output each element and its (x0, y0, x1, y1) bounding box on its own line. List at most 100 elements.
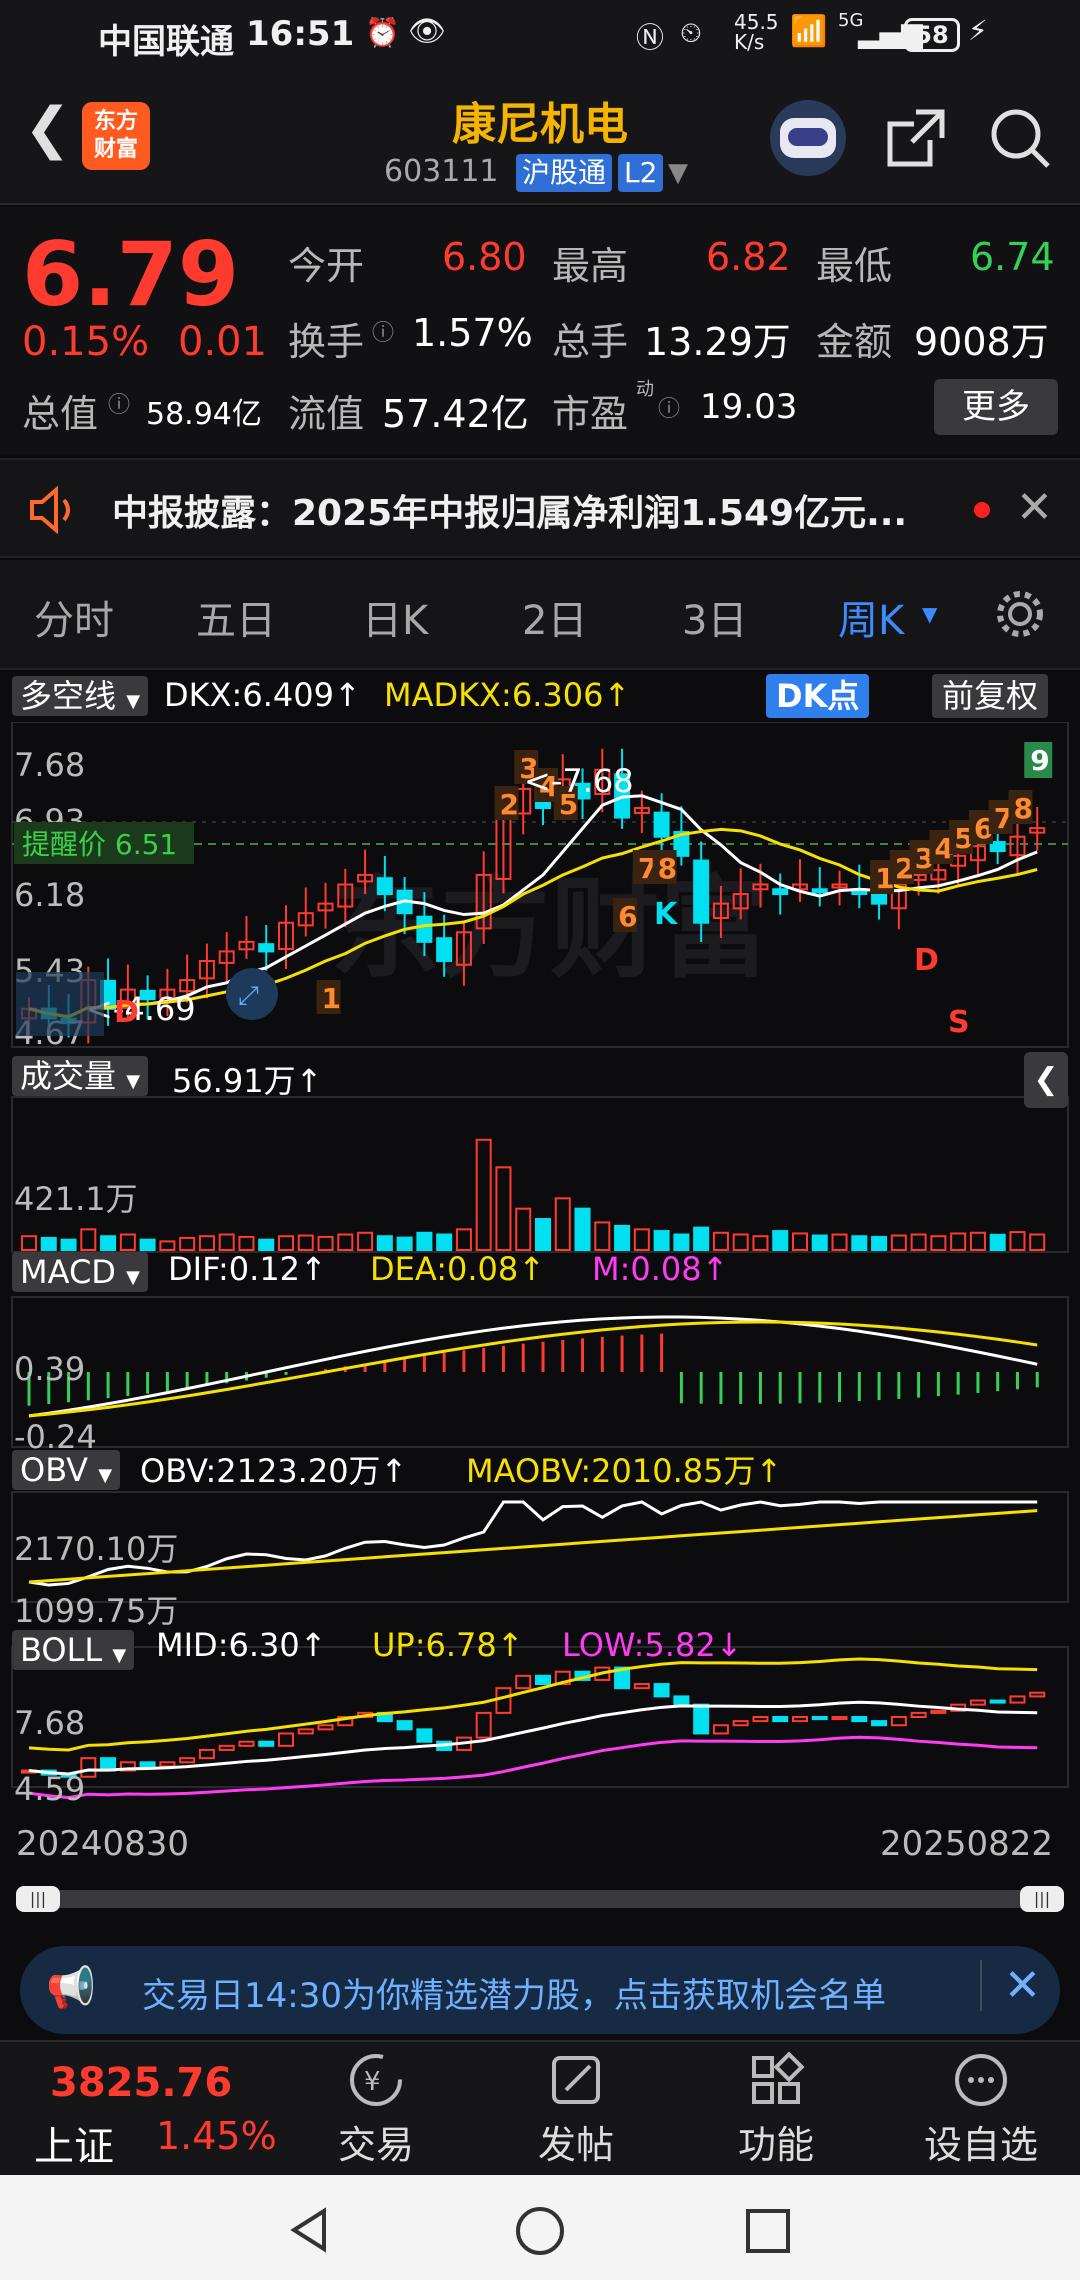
boll-candles (21, 1666, 1046, 1778)
megaphone-icon: 📢 (46, 1965, 96, 2011)
volume-bar (653, 1230, 670, 1251)
info-icon[interactable]: ⓘ (658, 391, 680, 423)
adjust-button[interactable]: 前复权 (932, 674, 1049, 718)
info-icon[interactable]: ⓘ (108, 387, 130, 419)
float-label: 流值 (288, 392, 365, 436)
quote-panel: 6.79 0.15% 0.01 今开 6.80 最高 6.82 最低 6.74 … (0, 207, 1080, 455)
turnover-value: 1.57% (412, 311, 533, 355)
search-icon[interactable] (988, 106, 1052, 170)
promo-text: 交易日14:30为你精选潜力股，点击获取机会名单 (142, 1976, 886, 2016)
info-icon[interactable]: ⓘ (372, 315, 394, 347)
volume-max-label: 421.1万 (14, 1180, 138, 1218)
promo-banner[interactable]: 📢 交易日14:30为你精选潜力股，点击获取机会名单 ✕ (20, 1946, 1060, 2034)
edit-icon (552, 2056, 600, 2104)
home-circle-icon[interactable] (514, 2205, 566, 2257)
bottom-nav: 3825.76 上证 1.45% ¥ 交易 发帖 功能 设自选 (0, 2040, 1080, 2175)
change-amount: 0.01 (178, 319, 268, 365)
volume-bar (495, 1166, 512, 1251)
change-pct: 0.15% (22, 319, 150, 365)
kline-svg[interactable]: 东方财富 23457 8611 2 3 4 5 6 7 89 7.68 6.93 6.18 5.… (0, 722, 1080, 1862)
back-triangle-icon[interactable] (284, 2205, 334, 2255)
tab-three-day[interactable]: 3日 (682, 588, 747, 646)
tab-two-day[interactable]: 2日 (522, 588, 587, 646)
grid-icon (752, 2051, 805, 2104)
boll-candle (752, 1716, 769, 1723)
settings-gear-icon[interactable] (992, 586, 1048, 642)
volume-bar (396, 1236, 413, 1252)
robot-avatar-icon[interactable] (770, 100, 846, 176)
recents-square-icon[interactable] (744, 2207, 792, 2255)
volume-bar (179, 1236, 196, 1252)
system-nav-bar (0, 2175, 1080, 2280)
boll-candle (159, 1761, 176, 1768)
dropdown-icon[interactable]: ▼ (668, 158, 688, 188)
tab-daily-k[interactable]: 日K (362, 588, 428, 646)
announcement-bar[interactable]: 中报披露：2025年中报归属净利润1.549亿元... ✕ (0, 458, 1080, 558)
boll-mid-value: MID:6.30↑ (156, 1626, 327, 1664)
index-name[interactable]: 上证 (34, 2114, 114, 2172)
index-pct[interactable]: 1.45% (156, 2114, 277, 2158)
volume-bar (297, 1234, 314, 1251)
trade-icon: ¥ (350, 2054, 402, 2106)
boll-indicator-select[interactable]: BOLL ▼ (12, 1630, 135, 1670)
candle-body (258, 943, 275, 953)
madkx-value: MADKX:6.306↑ (384, 676, 631, 714)
boll-candle (930, 1709, 947, 1714)
macd-indicator-select[interactable]: MACD ▼ (12, 1252, 148, 1292)
obv-indicator-select[interactable]: OBV ▼ (12, 1450, 121, 1490)
nav-trade[interactable]: ¥ 交易 (330, 2050, 422, 2169)
volume-bar (475, 1138, 492, 1251)
svg-text:¥: ¥ (364, 2067, 381, 2097)
nav-add-watchlist[interactable]: 设自选 (916, 2050, 1046, 2169)
volume-bar (890, 1234, 907, 1251)
share-icon[interactable] (884, 106, 948, 170)
low-value: 6.74 (970, 235, 1055, 279)
panel-toggle-button[interactable]: ❮ (1024, 1052, 1068, 1108)
volume-bar (159, 1240, 176, 1251)
tab-weekly-k[interactable]: 周K (838, 588, 904, 646)
range-slider-right-handle[interactable]: ||| (1020, 1886, 1064, 1912)
pe-value: 19.03 (700, 387, 798, 427)
close-icon[interactable]: ✕ (1016, 482, 1053, 533)
volume-bar (831, 1233, 848, 1251)
more-button[interactable]: 更多 (934, 379, 1058, 435)
dif-line (28, 1315, 1038, 1418)
boll-candle (772, 1716, 789, 1723)
boll-candle (910, 1711, 927, 1718)
boll-candle (495, 1687, 512, 1714)
tab-five-day[interactable]: 五日 (196, 588, 276, 646)
dk-point-button[interactable]: DK点 (766, 674, 870, 718)
boll-candle (1029, 1691, 1046, 1698)
volume-bar (357, 1231, 374, 1251)
volume-bar (574, 1207, 591, 1251)
maobv-value: MAOBV:2010.85万↑ (466, 1452, 783, 1490)
range-slider-left-handle[interactable]: ||| (16, 1886, 60, 1912)
s-signal-marker: S (948, 1005, 970, 1040)
volume-bar (119, 1233, 136, 1251)
range-slider-track[interactable] (16, 1890, 1064, 1908)
tab-intraday[interactable]: 分时 (34, 588, 114, 646)
candle-body (772, 888, 789, 896)
volume-bar (633, 1228, 650, 1252)
boll-candle (653, 1683, 670, 1698)
more-dots-icon (955, 2054, 1007, 2106)
carrier: 中国联通 (98, 22, 234, 62)
boll-candle (831, 1716, 848, 1721)
boll-candle (673, 1695, 690, 1706)
tab-dropdown-icon[interactable]: ▼ (922, 602, 937, 626)
nav-post[interactable]: 发帖 (530, 2050, 622, 2169)
volume-indicator-select[interactable]: 成交量 ▼ (12, 1056, 149, 1096)
indicator-select[interactable]: 多空线 ▼ (12, 676, 149, 716)
chart-area: 多空线 ▼ DKX:6.409↑ MADKX:6.306↑ DK点 前复权 东方… (0, 672, 1080, 1912)
collapse-panel-icon[interactable] (16, 972, 104, 1036)
volume-bar (376, 1235, 393, 1251)
close-icon[interactable]: ✕ (980, 1960, 1041, 2011)
maobv-line (28, 1509, 1038, 1584)
index-value[interactable]: 3825.76 (50, 2060, 232, 2106)
nav-functions[interactable]: 功能 (730, 2050, 822, 2169)
volume-bar (1029, 1233, 1046, 1251)
pe-dynamic-mark: 动 (636, 379, 654, 400)
expand-arrows: ⤢ (238, 981, 259, 1011)
alarm-icon: ⏰ (365, 16, 400, 49)
volume-bar (969, 1231, 986, 1251)
